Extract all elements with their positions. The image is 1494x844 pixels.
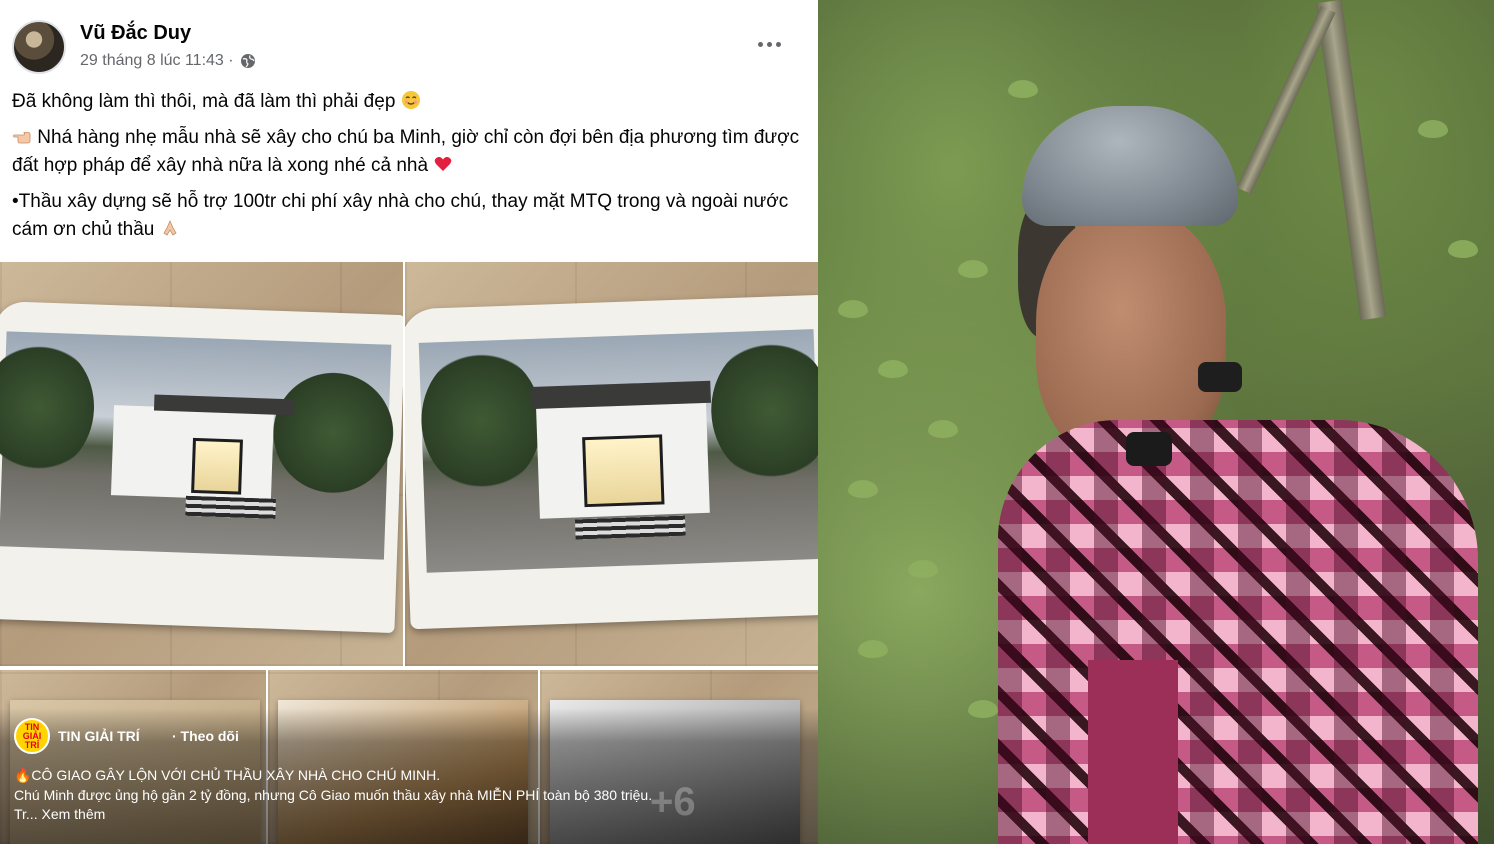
red-heart-emoji <box>435 157 452 171</box>
see-more-link[interactable]: Xem thêm <box>41 806 105 822</box>
smile-emoji <box>401 91 420 109</box>
page-name[interactable]: TIN GIẢI TRÍ <box>58 728 140 744</box>
post-paragraph-3: •Thầu xây dựng sẽ hỗ trợ 100tr chi phí x… <box>12 191 789 240</box>
more-options-icon[interactable] <box>754 34 784 54</box>
globe-icon <box>240 54 255 68</box>
post-header: Vũ Đắc Duy 29 tháng 8 lúc 11:43 · <box>0 0 818 84</box>
post-meta: 29 tháng 8 lúc 11:43 · <box>80 52 256 70</box>
praying-hands-emoji <box>163 219 177 236</box>
follow-button[interactable]: · Theo dõi <box>172 728 239 744</box>
author-avatar[interactable] <box>12 20 66 74</box>
author-name[interactable]: Vũ Đắc Duy <box>80 22 191 45</box>
video-frame <box>818 0 1494 844</box>
post-photo-2[interactable] <box>405 262 818 666</box>
page-avatar[interactable]: TIN GIẢI TRÍ <box>14 718 50 754</box>
woman-with-helmet <box>998 100 1494 844</box>
house-render-image <box>418 329 818 573</box>
caption-truncated: Tr... <box>14 806 38 822</box>
brochure-page <box>0 300 403 634</box>
post-paragraph-1: Đã không làm thì thôi, mà đã làm thì phả… <box>12 88 802 116</box>
post-body: Đã không làm thì thôi, mà đã làm thì phả… <box>12 88 802 252</box>
facebook-post: Vũ Đắc Duy 29 tháng 8 lúc 11:43 · Đã khô… <box>0 0 818 844</box>
caption-more-line: Tr... Xem thêm <box>14 806 105 822</box>
microphone <box>1198 362 1242 392</box>
helmet <box>1022 106 1238 226</box>
caption-headline: 🔥CÔ GIAO GÂY LỘN VỚI CHỦ THẦU XÂY NHÀ CH… <box>14 767 441 783</box>
caption-body: Chú Minh được ủng hộ gần 2 tỷ đồng, nhưn… <box>14 787 653 803</box>
microphone <box>1126 432 1172 466</box>
pointing-hand-emoji <box>13 132 31 144</box>
post-photo-1[interactable] <box>0 262 403 666</box>
brochure-page <box>405 294 818 630</box>
post-timestamp[interactable]: 29 tháng 8 lúc 11:43 · <box>80 52 234 70</box>
house-render-image <box>0 331 396 560</box>
post-paragraph-2: Nhá hàng nhẹ mẫu nhà sẽ xây cho chú ba M… <box>12 127 800 176</box>
